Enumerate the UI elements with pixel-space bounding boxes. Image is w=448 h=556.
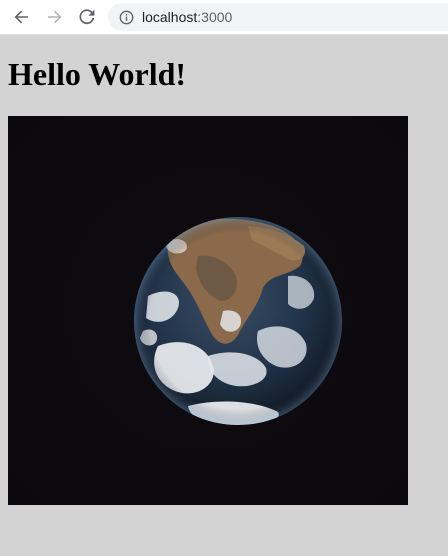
earth-image: [8, 116, 408, 505]
info-icon[interactable]: [118, 9, 134, 25]
arrow-right-icon: [48, 10, 62, 24]
back-button[interactable]: [10, 5, 34, 29]
url-host: localhost: [142, 9, 198, 25]
address-bar[interactable]: localhost:3000: [108, 3, 448, 31]
reload-icon: [79, 9, 95, 25]
url-port: :3000: [197, 9, 233, 25]
url-text: localhost:3000: [142, 9, 232, 25]
browser-toolbar: localhost:3000: [0, 0, 448, 35]
page-content: Hello World!: [0, 35, 448, 556]
page-title: Hello World!: [8, 56, 187, 92]
forward-button[interactable]: [42, 5, 66, 29]
arrow-left-icon: [14, 10, 28, 24]
reload-button[interactable]: [75, 5, 99, 29]
